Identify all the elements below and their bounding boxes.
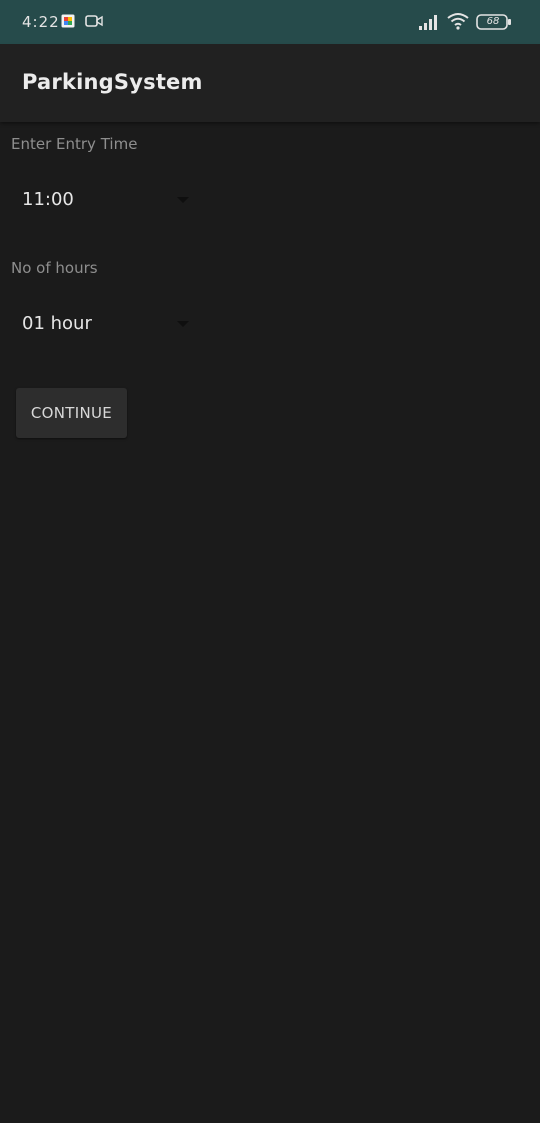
app-title: ParkingSystem (22, 70, 203, 94)
hours-value: 01 hour (22, 313, 92, 334)
dropdown-arrow-icon (177, 197, 189, 203)
continue-button[interactable]: CONTINUE (16, 388, 127, 438)
entry-time-value: 11:00 (22, 189, 74, 210)
status-bar: 4:22 68 (0, 0, 540, 44)
battery-level: 68 (486, 16, 500, 27)
video-call-icon (85, 15, 103, 27)
signal-icon (419, 15, 437, 30)
hours-label: No of hours (11, 259, 98, 277)
screen: 4:22 68 ParkingSystem Enter Entry Time 1… (0, 0, 540, 1123)
dropdown-arrow-icon (177, 321, 189, 327)
app-bar: ParkingSystem (0, 44, 540, 122)
entry-time-label: Enter Entry Time (11, 135, 138, 153)
photos-icon (61, 14, 75, 28)
hours-dropdown[interactable]: 01 hour (0, 300, 200, 348)
status-time: 4:22 (22, 13, 60, 31)
entry-time-dropdown[interactable]: 11:00 (0, 176, 200, 224)
wifi-icon (447, 13, 469, 30)
